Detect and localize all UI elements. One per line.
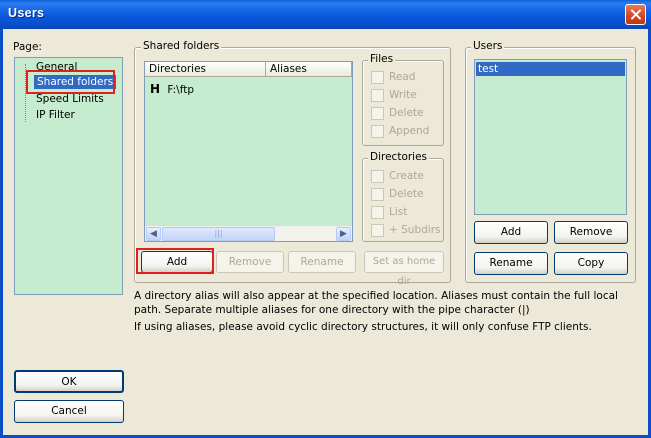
table-row[interactable]: H F:\ftp [150, 82, 194, 96]
highlight-box [136, 248, 214, 274]
close-icon[interactable] [625, 4, 646, 25]
read-checkbox[interactable] [371, 71, 384, 84]
info-text-line-3: If using aliases, please avoid cyclic di… [134, 321, 592, 333]
create-label: Create [389, 170, 424, 182]
page-label: Page: [13, 41, 42, 53]
rename-folder-button[interactable]: Rename [288, 251, 356, 273]
users-group-title: Users [471, 40, 505, 52]
scroll-left-icon[interactable]: ◀ [146, 227, 161, 241]
page-item-speed-limits[interactable]: Speed Limits [36, 93, 104, 105]
column-header-aliases[interactable]: Aliases [266, 62, 352, 77]
directory-path: F:\ftp [167, 84, 194, 96]
add-user-button[interactable]: Add [474, 221, 548, 244]
append-label: Append [389, 125, 430, 137]
create-checkbox[interactable] [371, 170, 384, 183]
subdirs-label: + Subdirs [389, 224, 441, 236]
list-label: List [389, 206, 408, 218]
dir-delete-label: Delete [389, 188, 424, 200]
info-text-line-1: A directory alias will also appear at th… [134, 290, 618, 302]
write-checkbox[interactable] [371, 89, 384, 102]
rename-user-button[interactable]: Rename [474, 252, 548, 275]
title-bar[interactable]: Users [0, 0, 651, 29]
scroll-right-icon[interactable]: ▶ [336, 227, 351, 241]
scroll-thumb[interactable]: ||| [162, 227, 275, 241]
highlight-box [26, 70, 115, 94]
dir-delete-checkbox[interactable] [371, 188, 384, 201]
directories-group-title: Directories [368, 151, 430, 163]
users-list[interactable]: test [474, 59, 627, 215]
file-delete-checkbox[interactable] [371, 107, 384, 120]
list-checkbox[interactable] [371, 206, 384, 219]
file-delete-label: Delete [389, 107, 424, 119]
directories-list[interactable]: Directories Aliases H F:\ftp ◀ ||| ▶ [144, 61, 353, 242]
files-group-title: Files [368, 53, 396, 65]
remove-user-button[interactable]: Remove [554, 221, 628, 244]
cancel-button[interactable]: Cancel [14, 400, 124, 423]
info-text-line-2: path. Separate multiple aliases for one … [134, 304, 530, 316]
copy-user-button[interactable]: Copy [554, 252, 628, 275]
shared-folders-title: Shared folders [141, 40, 222, 52]
column-header-directories[interactable]: Directories [145, 62, 266, 77]
write-label: Write [389, 89, 417, 101]
horizontal-scrollbar[interactable]: ◀ ||| ▶ [145, 226, 352, 241]
window-title: Users [8, 6, 45, 20]
read-label: Read [389, 71, 416, 83]
ok-button[interactable]: OK [14, 370, 124, 393]
subdirs-checkbox[interactable] [371, 224, 384, 237]
append-checkbox[interactable] [371, 125, 384, 138]
page-item-ip-filter[interactable]: IP Filter [36, 109, 75, 121]
home-dir-marker: H [150, 82, 161, 96]
user-item[interactable]: test [476, 62, 625, 76]
remove-folder-button[interactable]: Remove [216, 251, 284, 273]
set-home-dir-button[interactable]: Set as home dir [364, 251, 444, 287]
